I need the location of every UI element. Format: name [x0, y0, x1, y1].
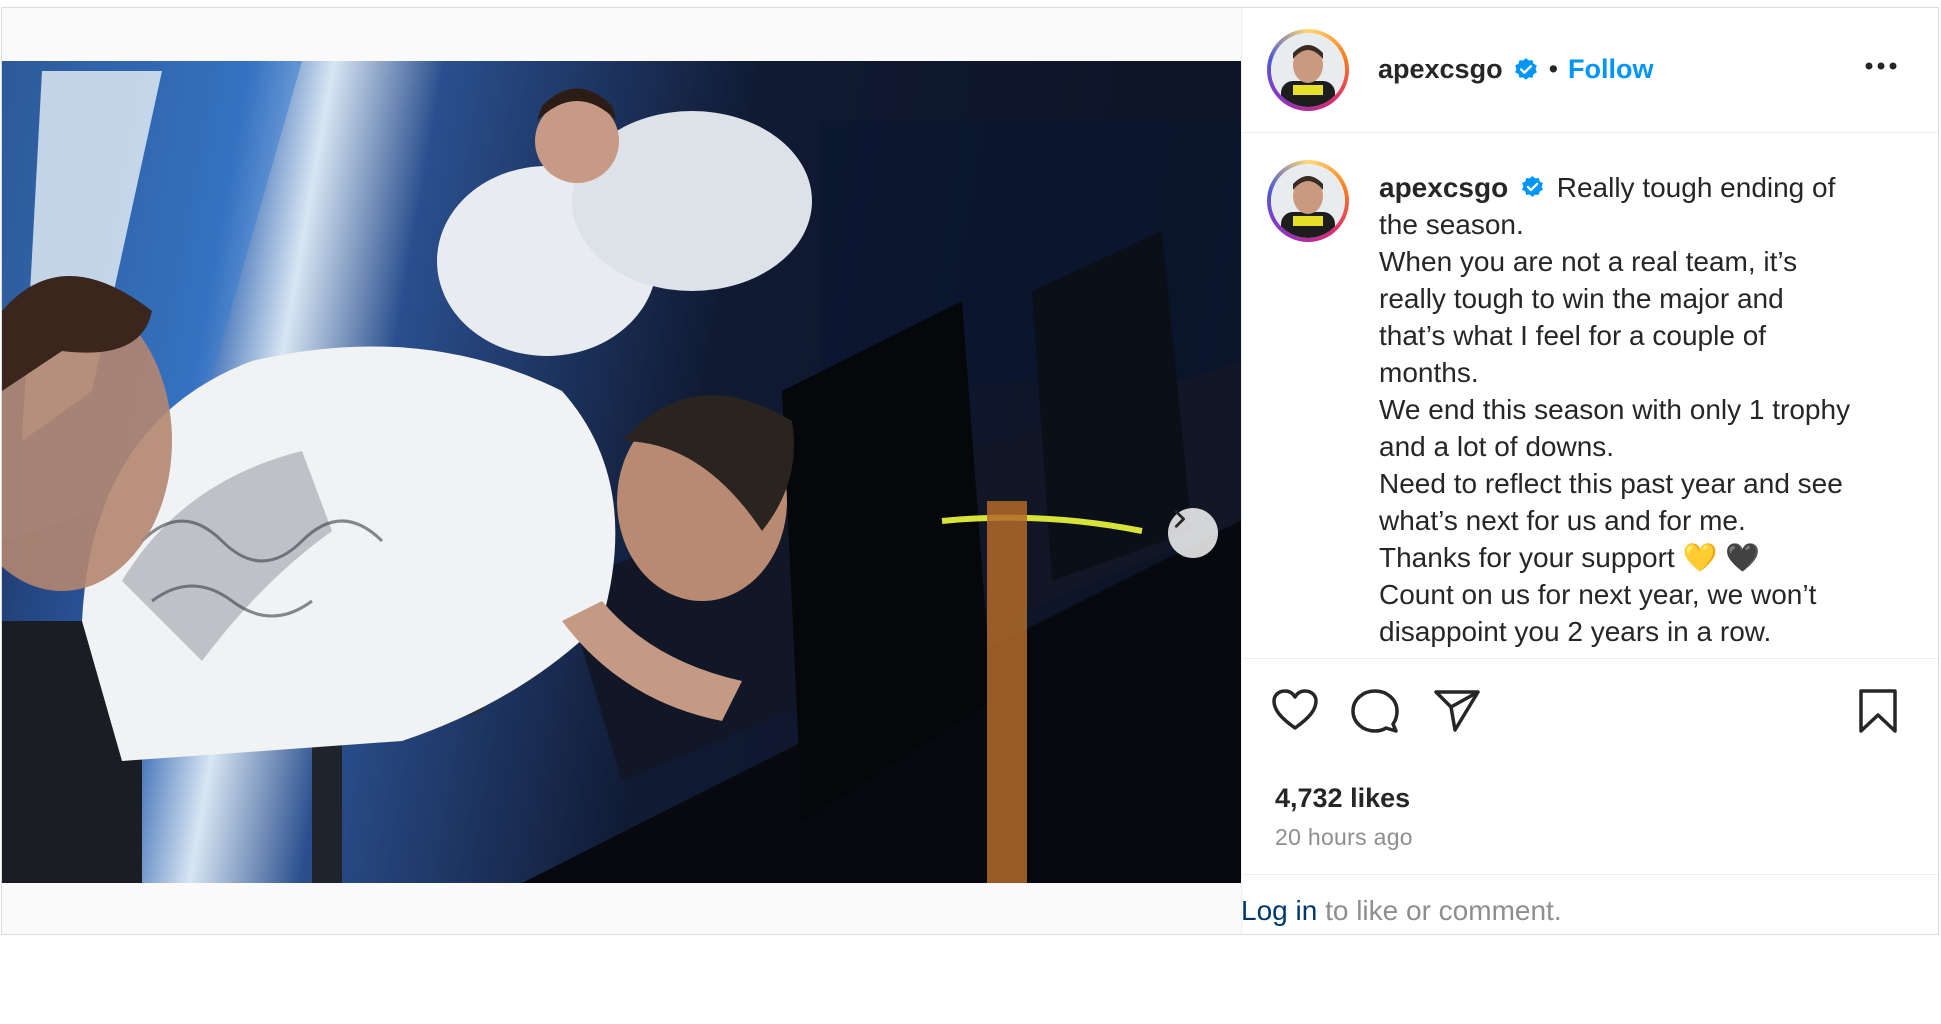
verified-badge-icon [1522, 176, 1543, 197]
verified-badge-icon [1514, 57, 1537, 80]
login-prompt-bar: Log in to like or comment. [1241, 874, 1938, 935]
more-horizontal-icon [1865, 62, 1897, 70]
caption-line: Thanks for your support [1379, 542, 1675, 573]
heart-icon [1272, 689, 1318, 730]
caption-area: apexcsgo Really tough ending of the seas… [1241, 133, 1938, 659]
header-avatar[interactable] [1267, 29, 1349, 111]
post-timestamp[interactable]: 20 hours ago [1275, 824, 1413, 851]
comment-icon [1351, 689, 1399, 733]
post-header: apexcsgo • Follow [1241, 8, 1938, 133]
save-button[interactable] [1857, 688, 1899, 739]
login-prompt-text: to like or comment. [1317, 895, 1562, 926]
caption-line: Really tough ending of [1556, 172, 1836, 203]
caption-line: When you are not a real team, it’s [1379, 246, 1798, 277]
post-caption: apexcsgo Really tough ending of the seas… [1379, 169, 1899, 650]
caption-line: Count on us for next year, we won’t [1379, 579, 1817, 610]
caption-line: that’s what I feel for a couple of [1379, 320, 1767, 351]
black-heart-emoji: 🖤 [1725, 542, 1761, 573]
post-photo [2, 61, 1241, 883]
more-options-button[interactable] [1864, 58, 1898, 76]
post-actions [1241, 688, 1938, 748]
follow-button[interactable]: Follow [1568, 54, 1653, 85]
comment-button[interactable] [1351, 688, 1399, 739]
caption-username[interactable]: apexcsgo [1379, 172, 1508, 203]
bookmark-icon [1859, 689, 1897, 733]
caption-avatar[interactable] [1267, 160, 1349, 242]
header-separator: • [1548, 54, 1559, 84]
like-button[interactable] [1271, 688, 1319, 737]
photo-illustration [2, 61, 1241, 883]
caption-line: and a lot of downs. [1379, 431, 1615, 462]
avatar-image [1271, 164, 1345, 238]
post-media [2, 8, 1242, 934]
header-username[interactable]: apexcsgo [1378, 54, 1503, 85]
caption-line: what’s next for us and for me. [1379, 505, 1746, 536]
avatar-image [1271, 33, 1345, 107]
caption-line: really tough to win the major and [1379, 283, 1784, 314]
login-link[interactable]: Log in [1241, 895, 1317, 926]
post-side-panel: apexcsgo • Follow apexcsgo Really tough … [1241, 8, 1938, 934]
caption-line: Need to reflect this past year and see [1379, 468, 1843, 499]
caption-line: We end this season with only 1 trophy [1379, 394, 1851, 425]
caption-line: disappoint you 2 years in a row. [1379, 616, 1772, 647]
login-prompt: Log in to like or comment. [1241, 895, 1562, 927]
caption-line: months. [1379, 357, 1479, 388]
share-icon [1434, 690, 1480, 732]
carousel-next-button[interactable] [1168, 508, 1218, 558]
likes-count[interactable]: 4,732 likes [1275, 783, 1410, 814]
caption-line: the season. [1379, 209, 1524, 240]
share-button[interactable] [1433, 688, 1481, 739]
instagram-post-card: apexcsgo • Follow apexcsgo Really tough … [1, 7, 1939, 935]
yellow-heart-emoji: 💛 [1682, 542, 1718, 573]
chevron-right-icon [1174, 510, 1185, 528]
